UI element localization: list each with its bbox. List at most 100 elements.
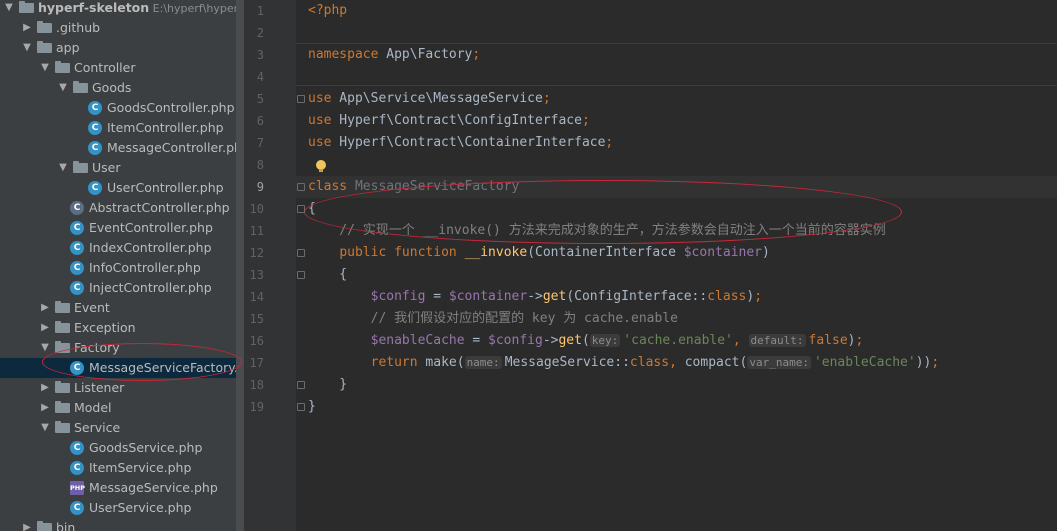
tree-item[interactable]: ▶ Event <box>0 298 244 318</box>
code-token: )) <box>915 355 932 370</box>
tree-item[interactable]: ▼ Controller <box>0 58 244 78</box>
line-number: 10 <box>249 202 264 216</box>
chevron-down-icon[interactable]: ▼ <box>57 78 69 98</box>
lightbulb-icon[interactable] <box>316 160 326 172</box>
code-token: ; <box>581 113 590 128</box>
tree-item[interactable]: C ItemController.php <box>0 118 244 138</box>
code-line[interactable]: public function __invoke(ContainerInterf… <box>296 242 1057 264</box>
code-token: App\Service\MessageService <box>331 91 543 106</box>
chevron-right-icon[interactable]: ▶ <box>21 518 33 531</box>
code-token: $container <box>448 289 528 304</box>
tree-item[interactable]: ▶ Listener <box>0 378 244 398</box>
project-root-label: hyperf-skeleton E:\hyperf\hyperf-s <box>38 0 244 19</box>
parameter-hint: var_name: <box>747 356 811 369</box>
chevron-down-icon[interactable]: ▼ <box>57 158 69 178</box>
code-line[interactable]: // 我们假设对应的配置的 key 为 cache.enable <box>296 308 1057 330</box>
code-token: <?php <box>308 3 348 18</box>
tree-item[interactable]: ▼ Goods <box>0 78 244 98</box>
method-separator <box>296 85 1057 86</box>
line-number: 19 <box>249 400 264 414</box>
code-line[interactable]: $enableCache = $config->get(key:'cache.e… <box>296 330 1057 352</box>
code-line[interactable]: { <box>296 264 1057 286</box>
tree-item[interactable]: C EventController.php <box>0 218 244 238</box>
code-token: class <box>629 355 670 370</box>
code-token: ( <box>581 333 590 348</box>
class-file-icon: C <box>70 261 84 275</box>
code-line[interactable]: use App\Service\MessageService; <box>296 88 1057 110</box>
fold-marker-icon[interactable] <box>297 381 305 389</box>
chevron-down-icon[interactable]: ▼ <box>39 58 51 78</box>
tree-item[interactable]: ▶ Model <box>0 398 244 418</box>
chevron-right-icon[interactable]: ▶ <box>21 18 33 38</box>
tree-item[interactable]: ▼ app <box>0 38 244 58</box>
code-token: $container <box>683 245 763 260</box>
code-token: get <box>558 333 582 348</box>
code-line[interactable]: namespace App\Factory; <box>296 44 1057 66</box>
code-line[interactable]: use Hyperf\Contract\ConfigInterface; <box>296 110 1057 132</box>
code-token: __invoke <box>464 245 528 260</box>
chevron-down-icon[interactable]: ▼ <box>3 0 15 18</box>
tree-item[interactable]: C MessageController.php <box>0 138 244 158</box>
class-file-icon: C <box>70 441 84 455</box>
tree-item-label: Goods <box>92 80 132 95</box>
tree-item[interactable]: C InjectController.php <box>0 278 244 298</box>
code-token: namespace <box>308 47 379 62</box>
chevron-right-icon[interactable]: ▶ <box>39 378 51 398</box>
code-token: ; <box>472 47 481 62</box>
fold-marker-icon[interactable] <box>297 205 305 213</box>
tree-item[interactable]: ▶ bin <box>0 518 244 531</box>
tree-item[interactable]: C InfoController.php <box>0 258 244 278</box>
tree-item-label: IndexController.php <box>89 240 212 255</box>
code-line[interactable]: use Hyperf\Contract\ContainerInterface; <box>296 132 1057 154</box>
tree-item[interactable]: C AbstractController.php <box>0 198 244 218</box>
code-token: function <box>394 245 457 260</box>
code-token: $enableCache <box>370 333 465 348</box>
folder-icon <box>55 301 70 313</box>
fold-marker-icon[interactable] <box>297 271 305 279</box>
chevron-right-icon[interactable]: ▶ <box>39 398 51 418</box>
code-token: public <box>339 245 387 260</box>
parameter-hint: default: <box>748 334 806 347</box>
tree-item[interactable]: C GoodsController.php <box>0 98 244 118</box>
code-line[interactable]: <?php <box>296 0 1057 22</box>
code-token: } <box>308 377 348 392</box>
project-tree-scrollbar[interactable] <box>236 0 244 531</box>
fold-marker-icon[interactable] <box>297 249 305 257</box>
folder-icon <box>37 41 52 53</box>
tree-item[interactable]: C UserController.php <box>0 178 244 198</box>
chevron-down-icon[interactable]: ▼ <box>21 38 33 58</box>
line-number: 13 <box>249 268 264 282</box>
chevron-down-icon[interactable]: ▼ <box>39 418 51 438</box>
tree-root-project[interactable]: ▼ hyperf-skeleton E:\hyperf\hyperf-s <box>0 0 244 18</box>
tree-item[interactable]: ▼ User <box>0 158 244 178</box>
project-tree-panel: ▼ hyperf-skeleton E:\hyperf\hyperf-s ▶ .git… <box>0 0 244 531</box>
code-line[interactable]: } <box>296 396 1057 418</box>
code-line[interactable]: } <box>296 374 1057 396</box>
code-token: compact( <box>684 355 748 370</box>
code-token: (ContainerInterface <box>527 245 684 260</box>
chevron-right-icon[interactable]: ▶ <box>39 298 51 318</box>
parameter-hint: name: <box>464 356 502 369</box>
tree-item[interactable]: PHP MessageService.php <box>0 478 244 498</box>
code-line[interactable] <box>296 22 1057 44</box>
fold-marker-icon[interactable] <box>297 183 305 191</box>
fold-marker-icon[interactable] <box>297 95 305 103</box>
folder-icon <box>37 521 52 531</box>
class-file-icon: C <box>70 281 84 295</box>
tree-item[interactable]: C IndexController.php <box>0 238 244 258</box>
tree-item[interactable]: C UserService.php <box>0 498 244 518</box>
code-editor[interactable]: <?php namespace App\Factory; use App\Servi… <box>296 0 1057 531</box>
tree-item[interactable]: ▶ .github <box>0 18 244 38</box>
tree-item[interactable]: C GoodsService.php <box>0 438 244 458</box>
code-line[interactable]: return make(name: MessageService::class, … <box>296 352 1057 374</box>
tree-item-label: MessageController.php <box>107 140 244 155</box>
tree-item[interactable]: ▶ Exception <box>0 318 244 338</box>
tree-item[interactable]: ▼ Service <box>0 418 244 438</box>
code-line[interactable] <box>296 154 1057 176</box>
fold-marker-icon[interactable] <box>297 403 305 411</box>
chevron-right-icon[interactable]: ▶ <box>39 318 51 338</box>
tree-item[interactable]: C ItemService.php <box>0 458 244 478</box>
line-number: 14 <box>249 290 264 304</box>
code-line[interactable]: $config = $container->get(ConfigInterfac… <box>296 286 1057 308</box>
